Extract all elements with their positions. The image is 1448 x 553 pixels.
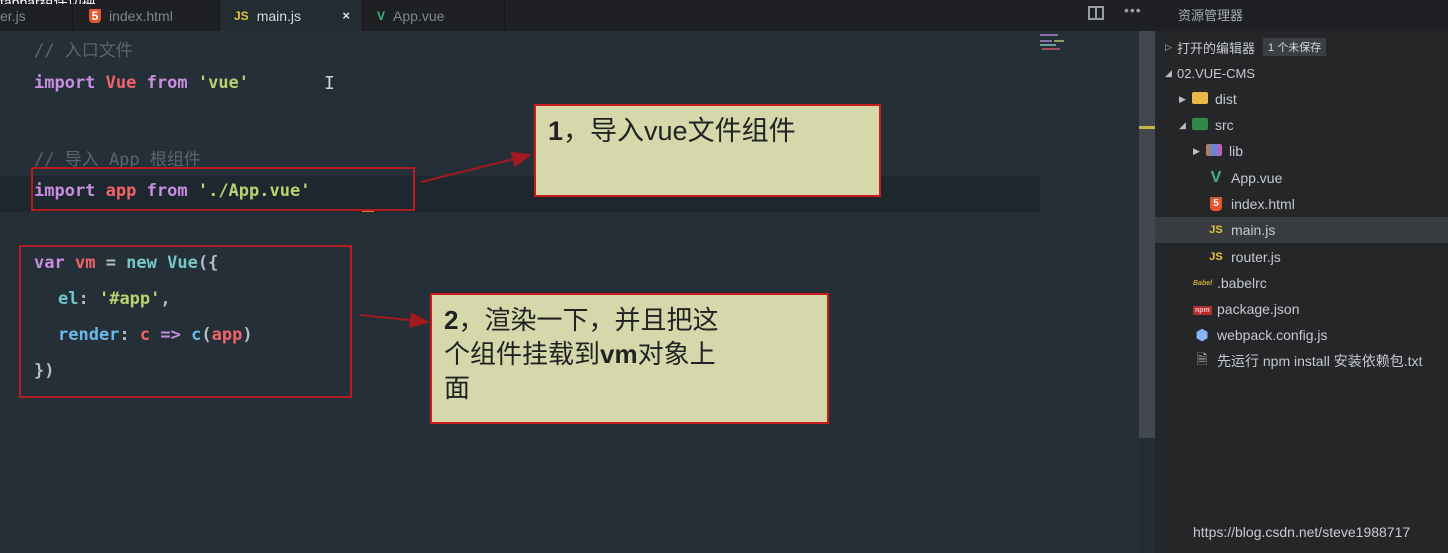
webpack-icon: ⬢ [1195,327,1209,344]
watermark: https://blog.csdn.net/steve1988717 [1193,524,1411,540]
section-label: 打开的编辑器 [1177,40,1256,56]
string: 'vue' [197,73,250,93]
tab-app-vue[interactable]: V App.vue [363,0,505,31]
tree-item-label: index.html [1231,196,1295,212]
note-text: ，导入vue文件组件 [563,116,796,146]
tree-item-package-json[interactable]: npm package.json [1155,296,1448,322]
tree-item-webpack-config[interactable]: ⬢ webpack.config.js [1155,322,1448,348]
open-editors-section[interactable]: ▷ 打开的编辑器 1 个未保存 [1155,34,1448,60]
unsaved-badge: 1 个未保存 [1263,38,1327,56]
project-root-section[interactable]: ◢ 02.VUE-CMS [1155,60,1448,86]
tab-label: main.js [256,7,302,24]
split-editor-icon[interactable] [1088,6,1104,20]
js-icon: JS [1209,224,1223,236]
tree-item-label: webpack.config.js [1217,327,1328,343]
highlight-box-vm [19,245,352,398]
explorer-sidebar: ▷ 打开的编辑器 1 个未保存 ◢ 02.VUE-CMS ▶ dist ◢ sr… [1155,31,1448,553]
code-line-1: // 入口文件 [34,41,133,61]
tree-item-label: 先运行 npm install 安装依赖包.txt [1217,353,1423,369]
js-icon: JS [1209,251,1223,263]
text-file-icon: 🗎 [1196,351,1208,367]
library-folder-icon [1205,143,1223,159]
tree-item-label: router.js [1231,249,1281,265]
annotation-note-1: 1，导入vue文件组件 [534,104,881,197]
note-number: 2 [444,305,459,335]
html5-icon: 5 [89,8,101,23]
tree-item-router-js[interactable]: JS router.js [1155,244,1448,270]
vue-icon: V [1210,169,1222,186]
tree-item-dist[interactable]: ▶ dist [1155,86,1448,112]
keyword: from [146,73,188,93]
html5-icon: 5 [1207,197,1225,211]
editor-scrollbar[interactable] [1139,31,1155,438]
tab-index-html[interactable]: 5 index.html [73,0,220,31]
tab-main-js[interactable]: JS main.js × [220,0,363,31]
scrollbar-gutter [1139,438,1155,553]
tree-item-label: dist [1215,91,1237,107]
tree-item-index-html[interactable]: 5 index.html [1155,191,1448,217]
note-text: 面 [444,373,471,403]
scrollbar-cursor-marker [1139,126,1155,129]
tree-item-babelrc[interactable]: Babel .babelrc [1155,270,1448,296]
minimap[interactable] [1040,34,1080,56]
chevron-down-icon: ◢ [1165,67,1172,78]
tree-item-label: main.js [1231,222,1276,238]
text-cursor-icon: I [324,73,335,94]
tree-item-lib[interactable]: ▶ lib [1155,138,1448,164]
babel-icon: Babel [1193,279,1213,287]
editor-tab-bar: tabbar组件切换 er.js 5 index.html JS main.js… [0,0,1155,31]
code-line-2: import Vue from 'vue' [34,73,249,93]
js-icon: JS [234,8,249,23]
chevron-down-icon: ◢ [1179,119,1186,130]
tree-item-src[interactable]: ◢ src [1155,112,1448,138]
tree-item-app-vue[interactable]: V App.vue [1155,165,1448,191]
folder-icon [1191,91,1209,107]
tree-item-main-js[interactable]: JS main.js [1155,217,1448,243]
tab-label: App.vue [393,7,445,24]
note-text: vm [600,339,638,369]
tree-item-label: App.vue [1231,170,1283,186]
tree-item-label: src [1215,117,1234,133]
more-actions-button[interactable]: ••• [1124,2,1142,18]
tree-item-readme-txt[interactable]: 🗎 先运行 npm install 安装依赖包.txt [1155,348,1448,374]
note-text: 个组件挂载到 [444,339,601,369]
close-tab-button[interactable]: × [342,8,350,23]
chevron-right-icon: ▶ [1193,145,1200,156]
tree-item-label: .babelrc [1217,275,1267,291]
annotation-note-2: 2，渲染一下，并且把这 个组件挂载到vm对象上 面 [430,293,829,424]
tree-item-label: lib [1229,143,1244,159]
note-text: 对象上 [637,339,716,369]
explorer-title: 资源管理器 [1178,8,1244,23]
npm-icon: npm [1193,306,1212,315]
note-number: 1 [548,116,564,146]
section-label: 02.VUE-CMS [1177,65,1256,81]
tab-label: er.js [0,7,26,24]
identifier: Vue [105,73,137,93]
tab-router-js[interactable]: er.js [0,0,73,31]
source-folder-icon [1191,117,1209,133]
keyword: import [34,73,96,93]
tab-label: index.html [109,7,173,24]
tree-item-label: package.json [1217,301,1300,317]
note-text: ，渲染一下，并且把这 [458,305,719,335]
chevron-right-icon: ▷ [1165,41,1172,52]
vue-icon: V [377,8,386,23]
highlight-box-import [31,167,415,211]
chevron-right-icon: ▶ [1179,93,1186,104]
